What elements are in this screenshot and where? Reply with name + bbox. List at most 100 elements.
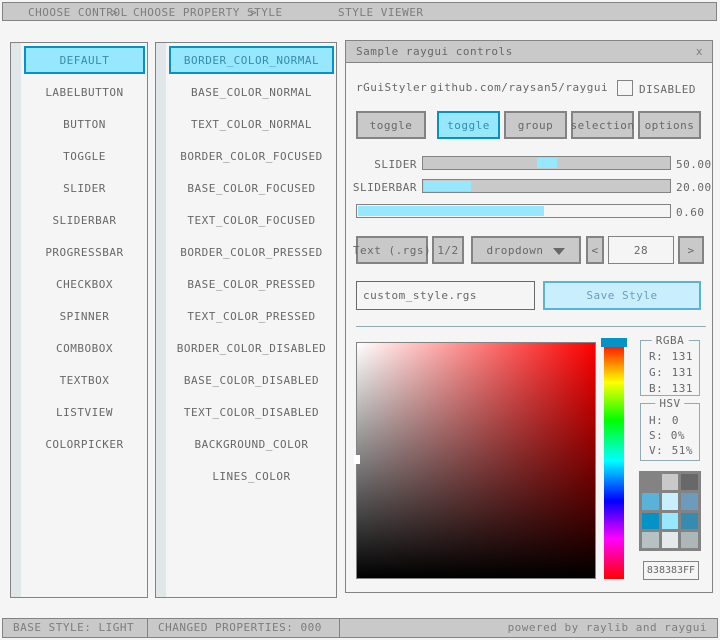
g-label: G: [649,366,663,379]
properties-list-panel: BORDER_COLOR_NORMAL BASE_COLOR_NORMAL TEXT… [155,42,337,598]
control-item-spinner[interactable]: SPINNER [24,302,145,330]
hex-color-input[interactable]: 838383FF [643,561,699,580]
control-item-listview[interactable]: LISTVIEW [24,398,145,426]
spinner-increase-button[interactable]: > [678,236,704,264]
control-item-checkbox[interactable]: CHECKBOX [24,270,145,298]
github-link[interactable]: github.com/raysan5/raygui [430,81,608,94]
step-choose-property-style: CHOOSE PROPERTY STYLE [133,6,283,19]
sliderbar-label: SLIDERBAR [346,181,417,194]
control-item-colorpicker[interactable]: COLORPICKER [24,430,145,458]
property-item-lines_color[interactable]: LINES_COLOR [169,462,334,490]
half-button[interactable]: 1/2 [432,236,464,264]
property-item-text_color_focused[interactable]: TEXT_COLOR_FOCUSED [169,206,334,234]
property-item-base_color_normal[interactable]: BASE_COLOR_NORMAL [169,78,334,106]
property-item-border_color_pressed[interactable]: BORDER_COLOR_PRESSED [169,238,334,266]
spinner-decrease-button[interactable]: < [586,236,604,264]
chevron-right-icon: > [111,6,118,19]
r-value: 131 [672,350,693,363]
property-item-border_color_disabled[interactable]: BORDER_COLOR_DISABLED [169,334,334,362]
disabled-checkbox[interactable] [617,80,633,96]
controls-list: DEFAULT LABELBUTTON BUTTON TOGGLE SLIDER SLID… [24,46,145,458]
control-item-textbox[interactable]: TEXTBOX [24,366,145,394]
palette-swatch-11 [681,532,698,548]
toggle-button[interactable]: toggle [356,111,426,139]
control-item-combobox[interactable]: COMBOBOX [24,334,145,362]
control-item-progressbar[interactable]: PROGRESSBAR [24,238,145,266]
dropdown[interactable]: dropdown [471,236,581,264]
window-titlebar[interactable]: Sample raygui controls x [346,41,712,63]
r-label: R: [649,350,663,363]
color-picker-cursor[interactable] [354,455,360,464]
palette-swatch-5 [681,493,698,509]
status-base-style: BASE STYLE: LIGHT [2,618,148,638]
control-item-default[interactable]: DEFAULT [24,46,145,74]
property-item-text_color_pressed[interactable]: TEXT_COLOR_PRESSED [169,302,334,330]
color-saturation-value-picker[interactable] [356,342,596,579]
text-rgs-button[interactable]: Text (.rgs) [356,236,428,264]
b-value: 131 [672,382,693,395]
app-name-label: rGuiStyler [356,81,427,94]
controls-scrollbar[interactable] [11,43,21,597]
breadcrumb-bar: CHOOSE CONTROL > CHOOSE PROPERTY STYLE >… [2,2,717,21]
palette-swatch-3 [642,493,659,509]
slider-value: 50.00 [676,158,712,171]
v-label: V: [649,444,663,457]
toggle-group-item-toggle[interactable]: toggle [437,111,500,139]
progressbar [356,204,671,218]
palette-swatch-9 [642,532,659,548]
b-label: B: [649,382,663,395]
toggle-group-item-options[interactable]: options [638,111,701,139]
dropdown-label: dropdown [487,244,544,257]
progressbar-fill [358,206,544,216]
control-item-slider[interactable]: SLIDER [24,174,145,202]
property-item-text_color_disabled[interactable]: TEXT_COLOR_DISABLED [169,398,334,426]
status-powered-by: powered by raylib and raygui [339,618,718,638]
s-label: S: [649,429,663,442]
hue-slider-cursor[interactable] [601,338,627,347]
property-item-base_color_focused[interactable]: BASE_COLOR_FOCUSED [169,174,334,202]
control-item-labelbutton[interactable]: LABELBUTTON [24,78,145,106]
g-value: 131 [672,366,693,379]
save-style-button[interactable]: Save Style [543,281,701,310]
property-item-border_color_focused[interactable]: BORDER_COLOR_FOCUSED [169,142,334,170]
property-item-base_color_pressed[interactable]: BASE_COLOR_PRESSED [169,270,334,298]
sliderbar-value: 20.00 [676,181,712,194]
sample-controls-window: Sample raygui controls x rGuiStyler gith… [345,40,713,593]
properties-list: BORDER_COLOR_NORMAL BASE_COLOR_NORMAL TEXT… [169,46,334,490]
property-item-background_color[interactable]: BACKGROUND_COLOR [169,430,334,458]
palette-swatch-10 [662,532,679,548]
control-item-button[interactable]: BUTTON [24,110,145,138]
v-value: 51% [672,444,693,457]
toggle-group-item-selection[interactable]: selection [571,111,634,139]
disabled-checkbox-label: DISABLED [639,83,696,96]
sliderbar-track[interactable] [422,179,671,193]
h-label: H: [649,414,663,427]
chevron-down-icon [553,248,565,255]
divider-line [356,326,706,327]
properties-scrollbar[interactable] [156,43,166,597]
control-item-sliderbar[interactable]: SLIDERBAR [24,206,145,234]
property-item-text_color_normal[interactable]: TEXT_COLOR_NORMAL [169,110,334,138]
controls-list-panel: DEFAULT LABELBUTTON BUTTON TOGGLE SLIDER SLID… [10,42,148,598]
property-item-base_color_disabled[interactable]: BASE_COLOR_DISABLED [169,366,334,394]
palette-swatch-8 [681,513,698,529]
palette-swatch-1 [662,474,679,490]
style-filename-input[interactable]: custom_style.rgs [356,281,535,310]
rgba-title: RGBA [652,334,689,347]
toggle-group-item-group[interactable]: group [504,111,567,139]
h-value: 0 [672,414,679,427]
slider-track[interactable] [422,156,671,170]
palette-swatch-4 [662,493,679,509]
s-value: 0% [671,429,685,442]
property-item-border_color_normal[interactable]: BORDER_COLOR_NORMAL [169,46,334,74]
chevron-right-icon: > [250,6,257,19]
close-icon[interactable]: x [696,41,703,62]
progressbar-value: 0.60 [676,206,705,219]
step-style-viewer: STYLE VIEWER [338,6,423,19]
window-title: Sample raygui controls [356,45,513,58]
control-item-toggle[interactable]: TOGGLE [24,142,145,170]
hue-slider[interactable] [604,342,624,579]
spinner-value[interactable]: 28 [608,236,674,264]
palette-swatch-6 [642,513,659,529]
slider-knob[interactable] [537,158,557,168]
